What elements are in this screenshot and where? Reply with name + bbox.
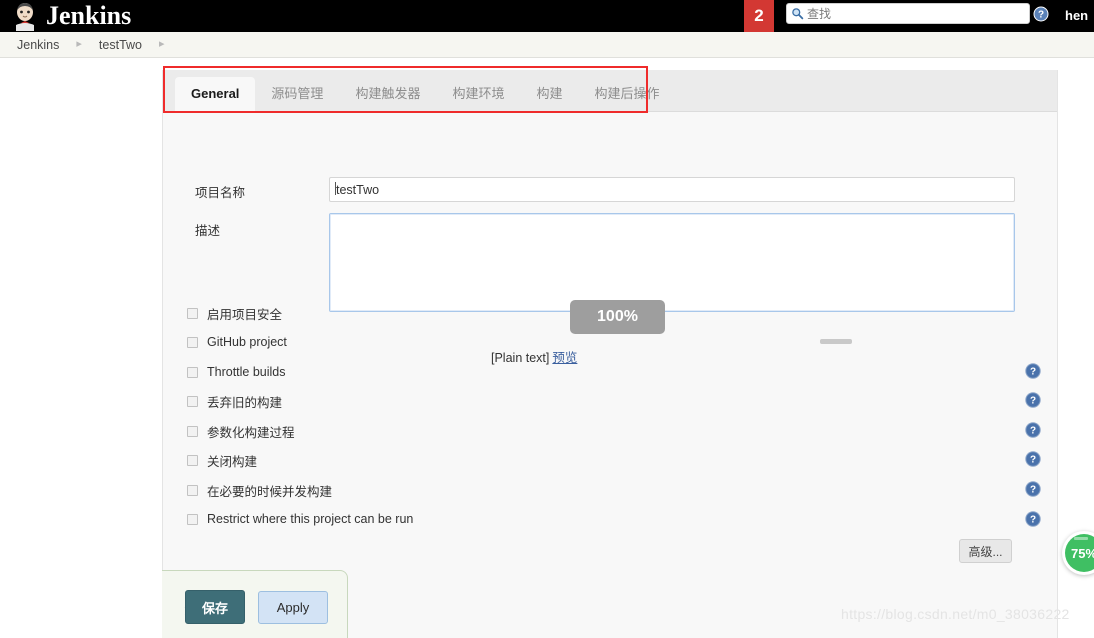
project-name-label-wrap: 项目名称 <box>195 182 245 201</box>
advanced-button[interactable]: 高级... <box>959 539 1012 563</box>
help-circle-icon[interactable]: ? <box>1033 6 1049 22</box>
checkbox-label: Restrict where this project can be run <box>207 512 414 526</box>
breadcrumb: Jenkins ▸ testTwo ▸ <box>0 32 1094 58</box>
search-box[interactable] <box>786 3 1030 24</box>
help-icon-discard-old-builds[interactable]: ? <box>1025 392 1041 408</box>
checkbox-label: GitHub project <box>207 335 287 349</box>
help-icon-concurrent-builds[interactable]: ? <box>1025 481 1041 497</box>
plain-text-note: [Plain text] <box>491 351 550 365</box>
tab-general[interactable]: General <box>175 77 256 112</box>
tab-build-triggers[interactable]: 构建触发器 <box>339 77 436 111</box>
breadcrumb-item-jenkins[interactable]: Jenkins <box>13 38 63 52</box>
svg-text:?: ? <box>1038 10 1044 21</box>
tab-build[interactable]: 构建 <box>520 77 578 111</box>
jenkins-butler-logo-icon <box>16 3 34 31</box>
svg-text:?: ? <box>1030 515 1036 526</box>
progress-widget[interactable]: 75% <box>1062 531 1094 575</box>
search-input[interactable] <box>804 6 1025 21</box>
textarea-drag-handle[interactable] <box>820 339 852 344</box>
checkbox-row-throttle-builds[interactable]: Throttle builds <box>187 364 286 380</box>
tab-build-environment[interactable]: 构建环境 <box>436 77 520 111</box>
checkbox-enable-project-security[interactable] <box>187 307 198 319</box>
zoom-level-indicator: 100% <box>570 300 665 334</box>
apply-button[interactable]: Apply <box>258 591 328 624</box>
notification-count-badge[interactable]: 2 <box>744 0 774 32</box>
description-textarea[interactable] <box>329 213 1015 312</box>
watermark-text: https://blog.csdn.net/m0_38036222 <box>841 606 1070 622</box>
checkbox-throttle-builds[interactable] <box>187 366 198 378</box>
checkbox-label: 在必要的时候并发构建 <box>207 484 333 499</box>
svg-text:?: ? <box>1030 455 1036 466</box>
jenkins-brand-link[interactable]: Jenkins <box>10 0 131 32</box>
help-icon-restrict-where-run[interactable]: ? <box>1025 511 1041 527</box>
checkbox-row-disable-build[interactable]: 关闭构建 <box>187 452 258 469</box>
checkbox-row-discard-old-builds[interactable]: 丢弃旧的构建 <box>187 393 283 410</box>
checkbox-discard-old-builds[interactable] <box>187 395 198 407</box>
description-label-wrap: 描述 <box>195 220 220 239</box>
checkbox-row-parameterized-build[interactable]: 参数化构建过程 <box>187 423 295 440</box>
breadcrumb-separator-icon: ▸ <box>76 38 82 50</box>
config-tab-bar: General 源码管理 构建触发器 构建环境 构建 构建后操作 <box>163 70 1057 112</box>
checkbox-row-enable-project-security[interactable]: 启用项目安全 <box>187 305 283 322</box>
project-name-label: 项目名称 <box>195 186 246 200</box>
tab-source-code-management[interactable]: 源码管理 <box>255 77 339 111</box>
user-menu-label[interactable]: hen <box>1065 0 1094 32</box>
save-button[interactable]: 保存 <box>185 590 245 624</box>
checkbox-row-restrict-where-run[interactable]: Restrict where this project can be run <box>187 511 413 527</box>
configuration-panel: General 源码管理 构建触发器 构建环境 构建 构建后操作 项目名称 描述… <box>162 70 1058 638</box>
checkbox-label: 丢弃旧的构建 <box>207 395 283 410</box>
project-name-input[interactable] <box>329 177 1015 202</box>
breadcrumb-item-testtwo[interactable]: testTwo <box>95 38 146 52</box>
checkbox-label: Throttle builds <box>207 365 286 379</box>
description-label: 描述 <box>195 224 221 238</box>
checkbox-restrict-where-run[interactable] <box>187 513 198 525</box>
jenkins-configure-page: Jenkins 2 ? hen Jenkins ▸ testTwo ▸ Gene… <box>0 0 1094 638</box>
help-icon-parameterized-build[interactable]: ? <box>1025 422 1041 438</box>
svg-text:?: ? <box>1030 367 1036 378</box>
search-icon <box>792 8 804 20</box>
svg-text:?: ? <box>1030 485 1036 496</box>
text-cursor <box>335 182 336 195</box>
description-format-row: [Plain text] 预览 <box>491 347 577 366</box>
svg-text:?: ? <box>1030 426 1036 437</box>
progress-tick-mark <box>1074 537 1088 540</box>
checkbox-row-github-project[interactable]: GitHub project <box>187 334 287 350</box>
checkbox-label: 参数化构建过程 <box>207 425 295 440</box>
tab-post-build-actions[interactable]: 构建后操作 <box>578 77 675 111</box>
help-icon-disable-build[interactable]: ? <box>1025 451 1041 467</box>
checkbox-concurrent-builds[interactable] <box>187 484 198 496</box>
top-navigation-bar: Jenkins 2 ? hen <box>0 0 1094 32</box>
brand-title: Jenkins <box>46 1 132 30</box>
preview-link[interactable]: 预览 <box>552 351 577 365</box>
checkbox-row-concurrent-builds[interactable]: 在必要的时候并发构建 <box>187 482 333 499</box>
breadcrumb-separator-icon-2: ▸ <box>159 38 165 50</box>
help-icon-throttle-builds[interactable]: ? <box>1025 363 1041 379</box>
checkbox-parameterized-build[interactable] <box>187 425 198 437</box>
svg-text:?: ? <box>1030 396 1036 407</box>
checkbox-label: 启用项目安全 <box>207 307 283 322</box>
checkbox-github-project[interactable] <box>187 336 198 348</box>
checkbox-label: 关闭构建 <box>207 454 258 469</box>
checkbox-disable-build[interactable] <box>187 454 198 466</box>
